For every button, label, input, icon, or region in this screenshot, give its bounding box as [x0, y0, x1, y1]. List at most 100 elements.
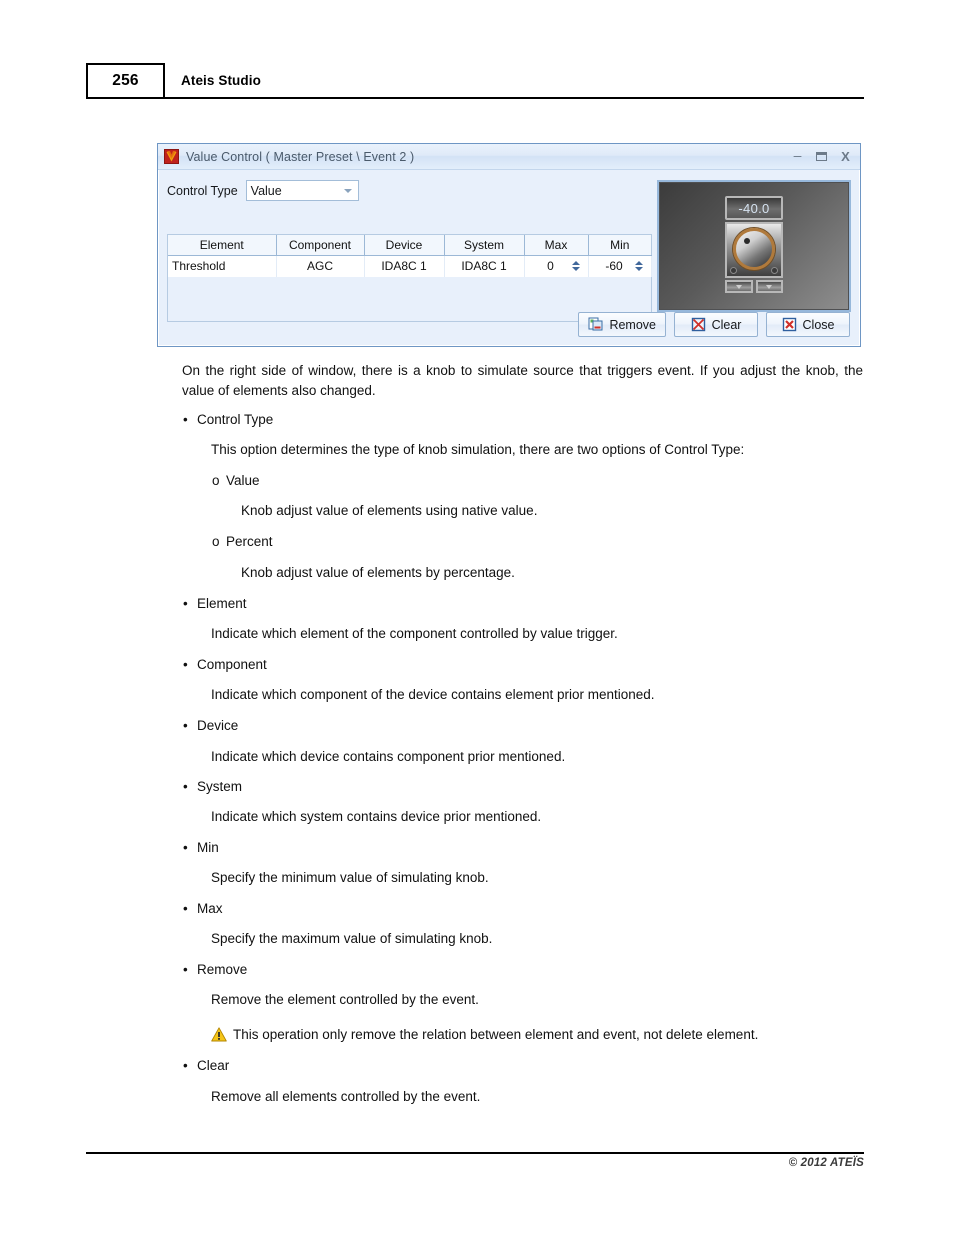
remove-button[interactable]: Remove: [578, 312, 666, 337]
clear-button[interactable]: Clear: [674, 312, 758, 337]
stepper-down-icon[interactable]: [572, 267, 580, 272]
desc-component: Indicate which component of the device c…: [211, 687, 655, 702]
col-device[interactable]: Device: [364, 235, 445, 256]
page-title: Ateis Studio: [181, 73, 261, 88]
desc-value: Knob adjust value of elements using nati…: [241, 503, 538, 518]
bullet-marker: •: [183, 718, 188, 733]
page-header: 256 Ateis Studio: [86, 63, 864, 99]
close-red-x-icon: [782, 317, 797, 332]
warning-text: This operation only remove the relation …: [233, 1027, 759, 1042]
knob-simulation-panel[interactable]: -40.0: [657, 180, 851, 312]
bullet-term: Element: [197, 596, 247, 611]
cell-device: IDA8C 1: [364, 255, 445, 277]
header-divider: [165, 97, 864, 99]
knob-min-pin: [731, 268, 736, 273]
subbullet-value: o Value: [212, 471, 260, 491]
bullet-marker: •: [183, 901, 188, 916]
bullet-marker: •: [183, 1058, 188, 1073]
bullet-term: Min: [197, 840, 219, 855]
desc-clear: Remove all elements controlled by the ev…: [211, 1089, 481, 1104]
cell-max: 0: [524, 255, 589, 277]
elements-table[interactable]: Element Component Device System Max Min …: [167, 234, 652, 322]
chevron-down-icon: [343, 188, 352, 193]
bullet-clear: • Clear: [183, 1056, 230, 1076]
subbullet-term: Value: [226, 473, 260, 488]
window-controls: – X: [791, 144, 852, 169]
subbullet-term: Percent: [226, 534, 273, 549]
knob-stack: -40.0: [725, 196, 783, 293]
col-system[interactable]: System: [444, 235, 525, 256]
bullet-term: Clear: [197, 1058, 230, 1073]
desc-remove: Remove the element controlled by the eve…: [211, 992, 479, 1007]
remove-item-icon: [588, 317, 603, 332]
knob-max-pin: [772, 268, 777, 273]
clear-crossed-icon: [691, 317, 706, 332]
table-header-row: Element Component Device System Max Min: [168, 235, 651, 256]
sub-bullet-marker: o: [212, 473, 220, 488]
knob-increment-button[interactable]: [755, 280, 783, 293]
footer-divider: [86, 1152, 864, 1154]
knob-indicator-dot: [744, 238, 750, 244]
min-stepper[interactable]: [634, 261, 645, 272]
knob-value-display: -40.0: [725, 196, 783, 220]
stepper-up-icon[interactable]: [635, 261, 643, 266]
stepper-up-icon[interactable]: [572, 261, 580, 266]
max-value: 0: [547, 259, 554, 274]
bullet-marker: •: [183, 962, 188, 977]
stepper-down-icon[interactable]: [635, 267, 643, 272]
bullet-max: • Max: [183, 899, 223, 919]
dialog-title: Value Control ( Master Preset \ Event 2 …: [186, 149, 415, 164]
warning-triangle-icon: [211, 1027, 227, 1042]
bullet-term: Remove: [197, 962, 248, 977]
bullet-component: • Component: [183, 655, 267, 675]
col-component[interactable]: Component: [276, 235, 365, 256]
value-control-dialog: Value Control ( Master Preset \ Event 2 …: [157, 143, 861, 347]
bullet-term: Component: [197, 657, 267, 672]
bullet-marker: •: [183, 779, 188, 794]
desc-device: Indicate which device contains component…: [211, 749, 566, 764]
max-stepper[interactable]: [571, 261, 582, 272]
cell-system: IDA8C 1: [444, 255, 525, 277]
clear-button-label: Clear: [711, 317, 742, 332]
intro-paragraph: On the right side of window, there is a …: [182, 363, 863, 398]
dialog-body: Control Type Value Element Component Dev…: [158, 170, 860, 347]
dialog-titlebar[interactable]: Value Control ( Master Preset \ Event 2 …: [158, 144, 860, 170]
remove-button-label: Remove: [609, 317, 656, 332]
bullet-device: • Device: [183, 716, 239, 736]
desc-system: Indicate which system contains device pr…: [211, 809, 542, 824]
bullet-system: • System: [183, 777, 243, 797]
cell-component: AGC: [276, 255, 365, 277]
knob-buttons: [725, 280, 783, 293]
sub-bullet-marker: o: [212, 534, 220, 549]
bullet-term: Device: [197, 718, 239, 733]
close-button[interactable]: Close: [766, 312, 850, 337]
bullet-marker: •: [183, 840, 188, 855]
bullet-min: • Min: [183, 838, 219, 858]
bullet-term: Max: [197, 901, 223, 916]
remove-warning-note: This operation only remove the relation …: [211, 1025, 871, 1045]
close-button-label: Close: [802, 317, 835, 332]
subbullet-percent: o Percent: [212, 532, 273, 552]
control-type-select[interactable]: Value: [245, 180, 359, 201]
close-icon[interactable]: X: [839, 150, 852, 163]
col-max[interactable]: Max: [524, 235, 589, 256]
knob-face[interactable]: [725, 222, 783, 278]
knob-decrement-button[interactable]: [725, 280, 753, 293]
maximize-icon[interactable]: [816, 152, 827, 161]
bullet-control-type: • Control Type: [183, 410, 273, 430]
minimize-icon[interactable]: –: [791, 148, 804, 162]
knob-dial[interactable]: [733, 228, 775, 270]
ateis-logo-icon: [164, 149, 179, 164]
control-type-label: Control Type: [167, 183, 238, 198]
col-min[interactable]: Min: [588, 235, 651, 256]
table-row[interactable]: Threshold AGC IDA8C 1 IDA8C 1 0 -60: [168, 255, 652, 277]
copyright-notice: © 2012 ATEÏS: [788, 1157, 864, 1169]
control-type-value: Value: [250, 183, 282, 198]
col-element[interactable]: Element: [168, 235, 277, 256]
desc-percent: Knob adjust value of elements by percent…: [241, 565, 515, 580]
bullet-marker: •: [183, 596, 188, 611]
desc-control-type: This option determines the type of knob …: [211, 442, 745, 457]
bullet-marker: •: [183, 657, 188, 672]
page-number: 256: [86, 63, 165, 99]
bullet-term: System: [197, 779, 243, 794]
